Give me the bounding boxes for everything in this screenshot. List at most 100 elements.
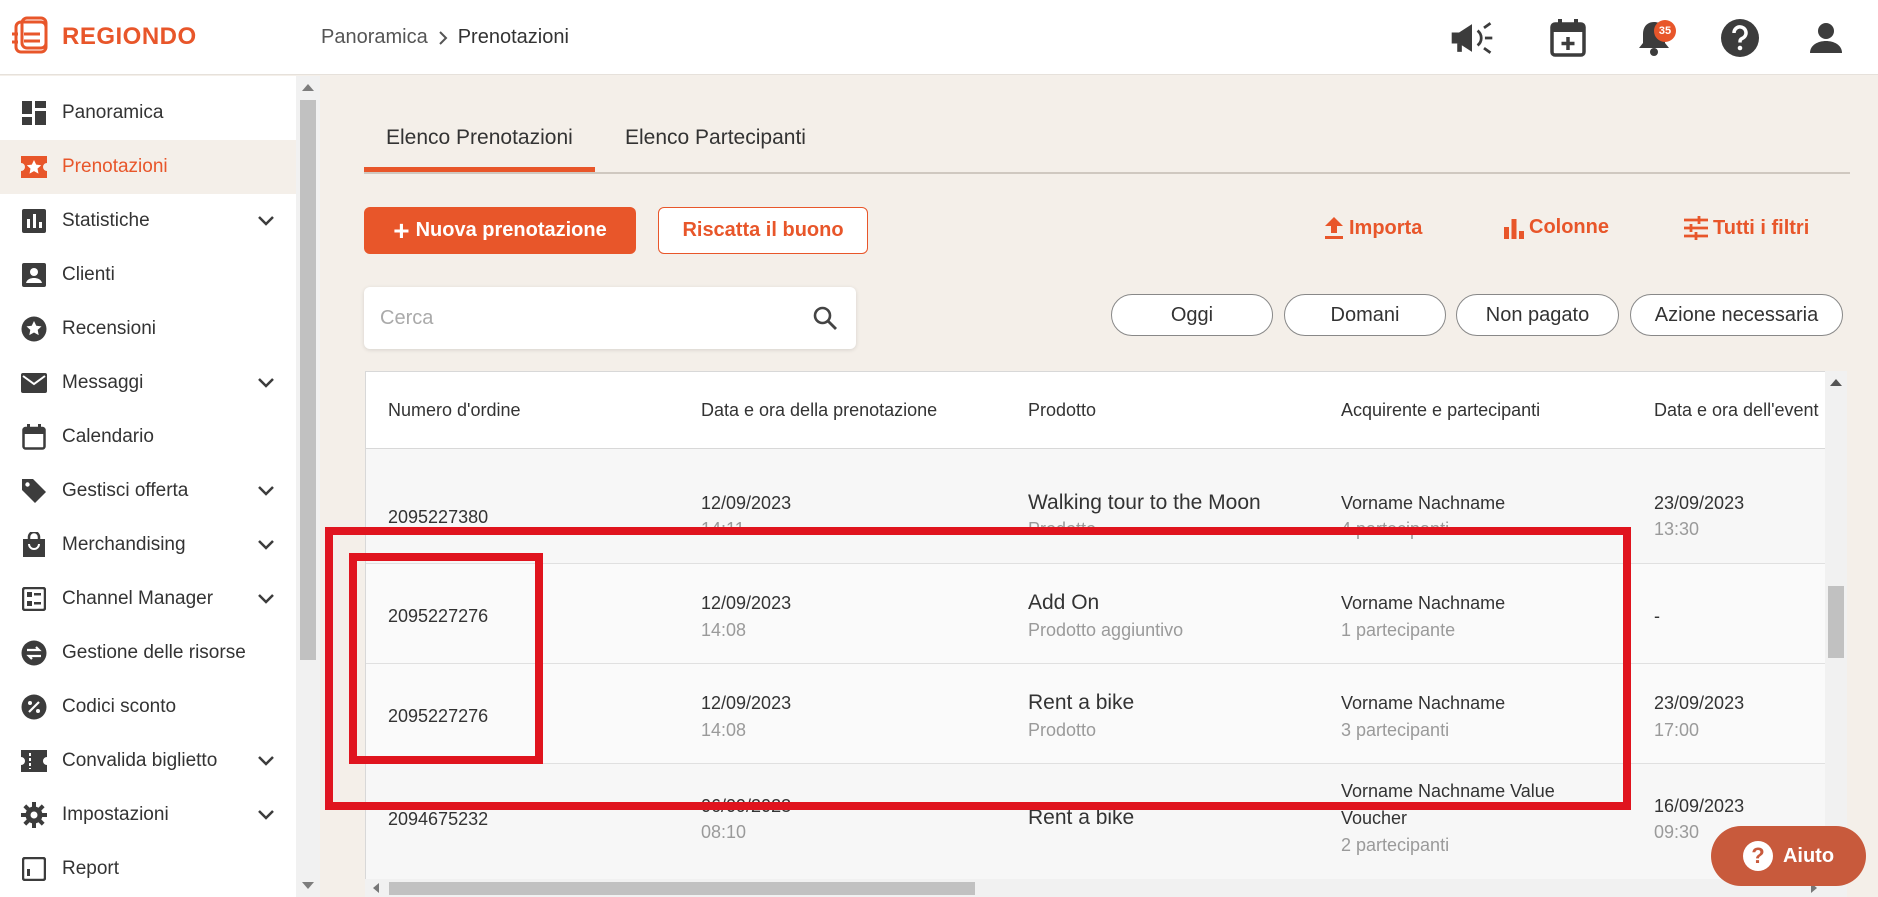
filter-chip-oggi[interactable]: Oggi [1111, 294, 1273, 336]
import-button[interactable]: Importa [1323, 216, 1422, 240]
gear-icon [21, 802, 47, 828]
filter-chip-non-pagato[interactable]: Non pagato [1456, 294, 1619, 336]
table-vertical-scrollbar[interactable] [1825, 371, 1847, 897]
ticket-icon [21, 748, 47, 774]
bell-icon[interactable]: 35 [1630, 14, 1678, 62]
sidebar-item-impostazioni[interactable]: Impostazioni [0, 788, 296, 842]
product-type: Prodotto [1028, 720, 1097, 740]
search-icon[interactable] [812, 305, 838, 331]
sidebar-scrollbar[interactable] [296, 76, 320, 897]
megaphone-icon[interactable] [1448, 14, 1496, 62]
calendar-add-icon[interactable] [1544, 14, 1592, 62]
sidebar-item-recensioni[interactable]: Recensioni [0, 302, 296, 356]
chevron-down-icon[interactable] [254, 209, 278, 233]
columns-chart-icon [1504, 218, 1524, 239]
filter-chip-domani[interactable]: Domani [1284, 294, 1446, 336]
participants-count: 1 partecipante [1341, 620, 1456, 640]
upload-icon [1325, 217, 1343, 239]
sidebar-scroll-thumb[interactable] [300, 100, 316, 660]
sidebar-item-label: Impostazioni [62, 804, 169, 825]
table-row[interactable]: 2095227380 12/09/2023 14:11 Walking tour… [366, 464, 1825, 564]
column-header[interactable]: Acquirente e partecipanti [1341, 400, 1540, 421]
table-horizontal-scrollbar[interactable] [365, 879, 1825, 897]
sidebar-item-calendario[interactable]: Calendario [0, 410, 296, 464]
scroll-up-arrow[interactable] [302, 84, 314, 91]
booking-time: 14:08 [701, 620, 747, 640]
sidebar-item-label: Channel Manager [62, 588, 214, 609]
chevron-down-icon[interactable] [254, 371, 278, 395]
chevron-down-icon[interactable] [254, 587, 278, 611]
order-number[interactable]: 2095227276 [388, 706, 488, 727]
import-label: Importa [1349, 216, 1423, 239]
shopping-bag-icon [21, 532, 47, 558]
sidebar-item-prenotazioni[interactable]: Prenotazioni [0, 140, 296, 194]
search-input[interactable] [380, 301, 800, 335]
booking-date: 12/09/2023 [701, 493, 792, 513]
sidebar-item-merchandising[interactable]: Merchandising [0, 518, 296, 572]
regiondo-logo-icon [12, 16, 48, 54]
buyer-name: Vorname Nachname [1341, 493, 1506, 513]
help-button[interactable]: ? Aiuto [1711, 826, 1866, 886]
event-time: 17:00 [1654, 720, 1700, 740]
sidebar-item-statistiche[interactable]: Statistiche [0, 194, 296, 248]
filter-chip-azione-necessaria[interactable]: Azione necessaria [1630, 294, 1843, 336]
sidebar-item-gestione-risorse[interactable]: Gestione delle risorse [0, 626, 296, 680]
column-header[interactable]: Data e ora dell'event [1654, 400, 1819, 421]
table-header: Numero d'ordine Data e ora della prenota… [366, 372, 1825, 449]
tab-elenco-partecipanti[interactable]: Elenco Partecipanti [625, 126, 806, 172]
star-circle-icon [21, 316, 47, 342]
sidebar-item-report[interactable]: Report [0, 842, 296, 896]
product-name: Rent a bike [1028, 691, 1135, 714]
chevron-right-icon [439, 30, 448, 45]
column-header[interactable]: Data e ora della prenotazione [701, 400, 937, 421]
table-hscroll-thumb[interactable] [389, 882, 975, 895]
sidebar-item-label: Gestisci offerta [62, 480, 189, 501]
breadcrumb-parent[interactable]: Panoramica [321, 26, 428, 49]
booking-date: 06/09/2023 [701, 796, 792, 816]
order-number[interactable]: 2095227380 [388, 507, 488, 528]
redeem-voucher-button[interactable]: Riscatta il buono [658, 207, 868, 254]
scroll-down-arrow[interactable] [302, 882, 314, 889]
sidebar-item-panoramica[interactable]: Panoramica [0, 86, 296, 140]
column-header[interactable]: Numero d'ordine [388, 400, 521, 421]
table-row[interactable]: 2095227276 12/09/2023 14:08 Add On Prodo… [366, 564, 1825, 664]
chevron-down-icon[interactable] [254, 749, 278, 773]
sidebar-item-channel-manager[interactable]: Channel Manager [0, 572, 296, 626]
column-header[interactable]: Prodotto [1028, 400, 1096, 421]
product-name: Add On [1028, 591, 1100, 614]
regiondo-logo[interactable]: REGIONDO [10, 14, 197, 60]
sidebar-item-codici-sconto[interactable]: Codici sconto [0, 680, 296, 734]
user-icon[interactable] [1802, 14, 1850, 62]
tab-elenco-prenotazioni[interactable]: Elenco Prenotazioni [364, 126, 595, 172]
all-filters-button[interactable]: Tutti i filtri [1683, 216, 1809, 240]
booking-time: 14:08 [701, 720, 747, 740]
table-row[interactable]: 2095227276 12/09/2023 14:08 Rent a bike … [366, 664, 1825, 764]
sidebar-item-clienti[interactable]: Clienti [0, 248, 296, 302]
help-icon[interactable] [1716, 14, 1764, 62]
chevron-down-icon[interactable] [254, 479, 278, 503]
event-date: 23/09/2023 [1654, 493, 1745, 513]
scroll-left-arrow[interactable] [373, 883, 379, 893]
swap-icon [21, 640, 47, 666]
bookings-table: Numero d'ordine Data e ora della prenota… [365, 371, 1825, 897]
new-booking-button[interactable]: + Nuova prenotazione [364, 207, 636, 254]
booking-date: 12/09/2023 [701, 693, 792, 713]
tag-icon [21, 478, 47, 504]
plus-icon: + [393, 214, 410, 246]
search-box [364, 287, 856, 349]
product-type: Prodotto [1028, 519, 1097, 539]
order-number[interactable]: 2095227276 [388, 606, 488, 627]
sidebar-item-gestisci-offerta[interactable]: Gestisci offerta [0, 464, 296, 518]
table-scroll-thumb[interactable] [1828, 586, 1844, 658]
chevron-down-icon[interactable] [254, 803, 278, 827]
chevron-down-icon[interactable] [254, 533, 278, 557]
event-date: 23/09/2023 [1654, 693, 1745, 713]
columns-label: Colonne [1529, 216, 1609, 238]
table-row[interactable]: 2094675232 06/09/2023 08:10 Rent a bike … [366, 764, 1825, 897]
scroll-up-arrow[interactable] [1830, 379, 1842, 386]
sidebar-item-convalida-biglietto[interactable]: Convalida biglietto [0, 734, 296, 788]
sidebar-item-label: Prenotazioni [62, 156, 168, 177]
columns-button[interactable]: Colonne [1503, 216, 1609, 239]
sidebar-item-messaggi[interactable]: Messaggi [0, 356, 296, 410]
order-number[interactable]: 2094675232 [388, 809, 488, 830]
